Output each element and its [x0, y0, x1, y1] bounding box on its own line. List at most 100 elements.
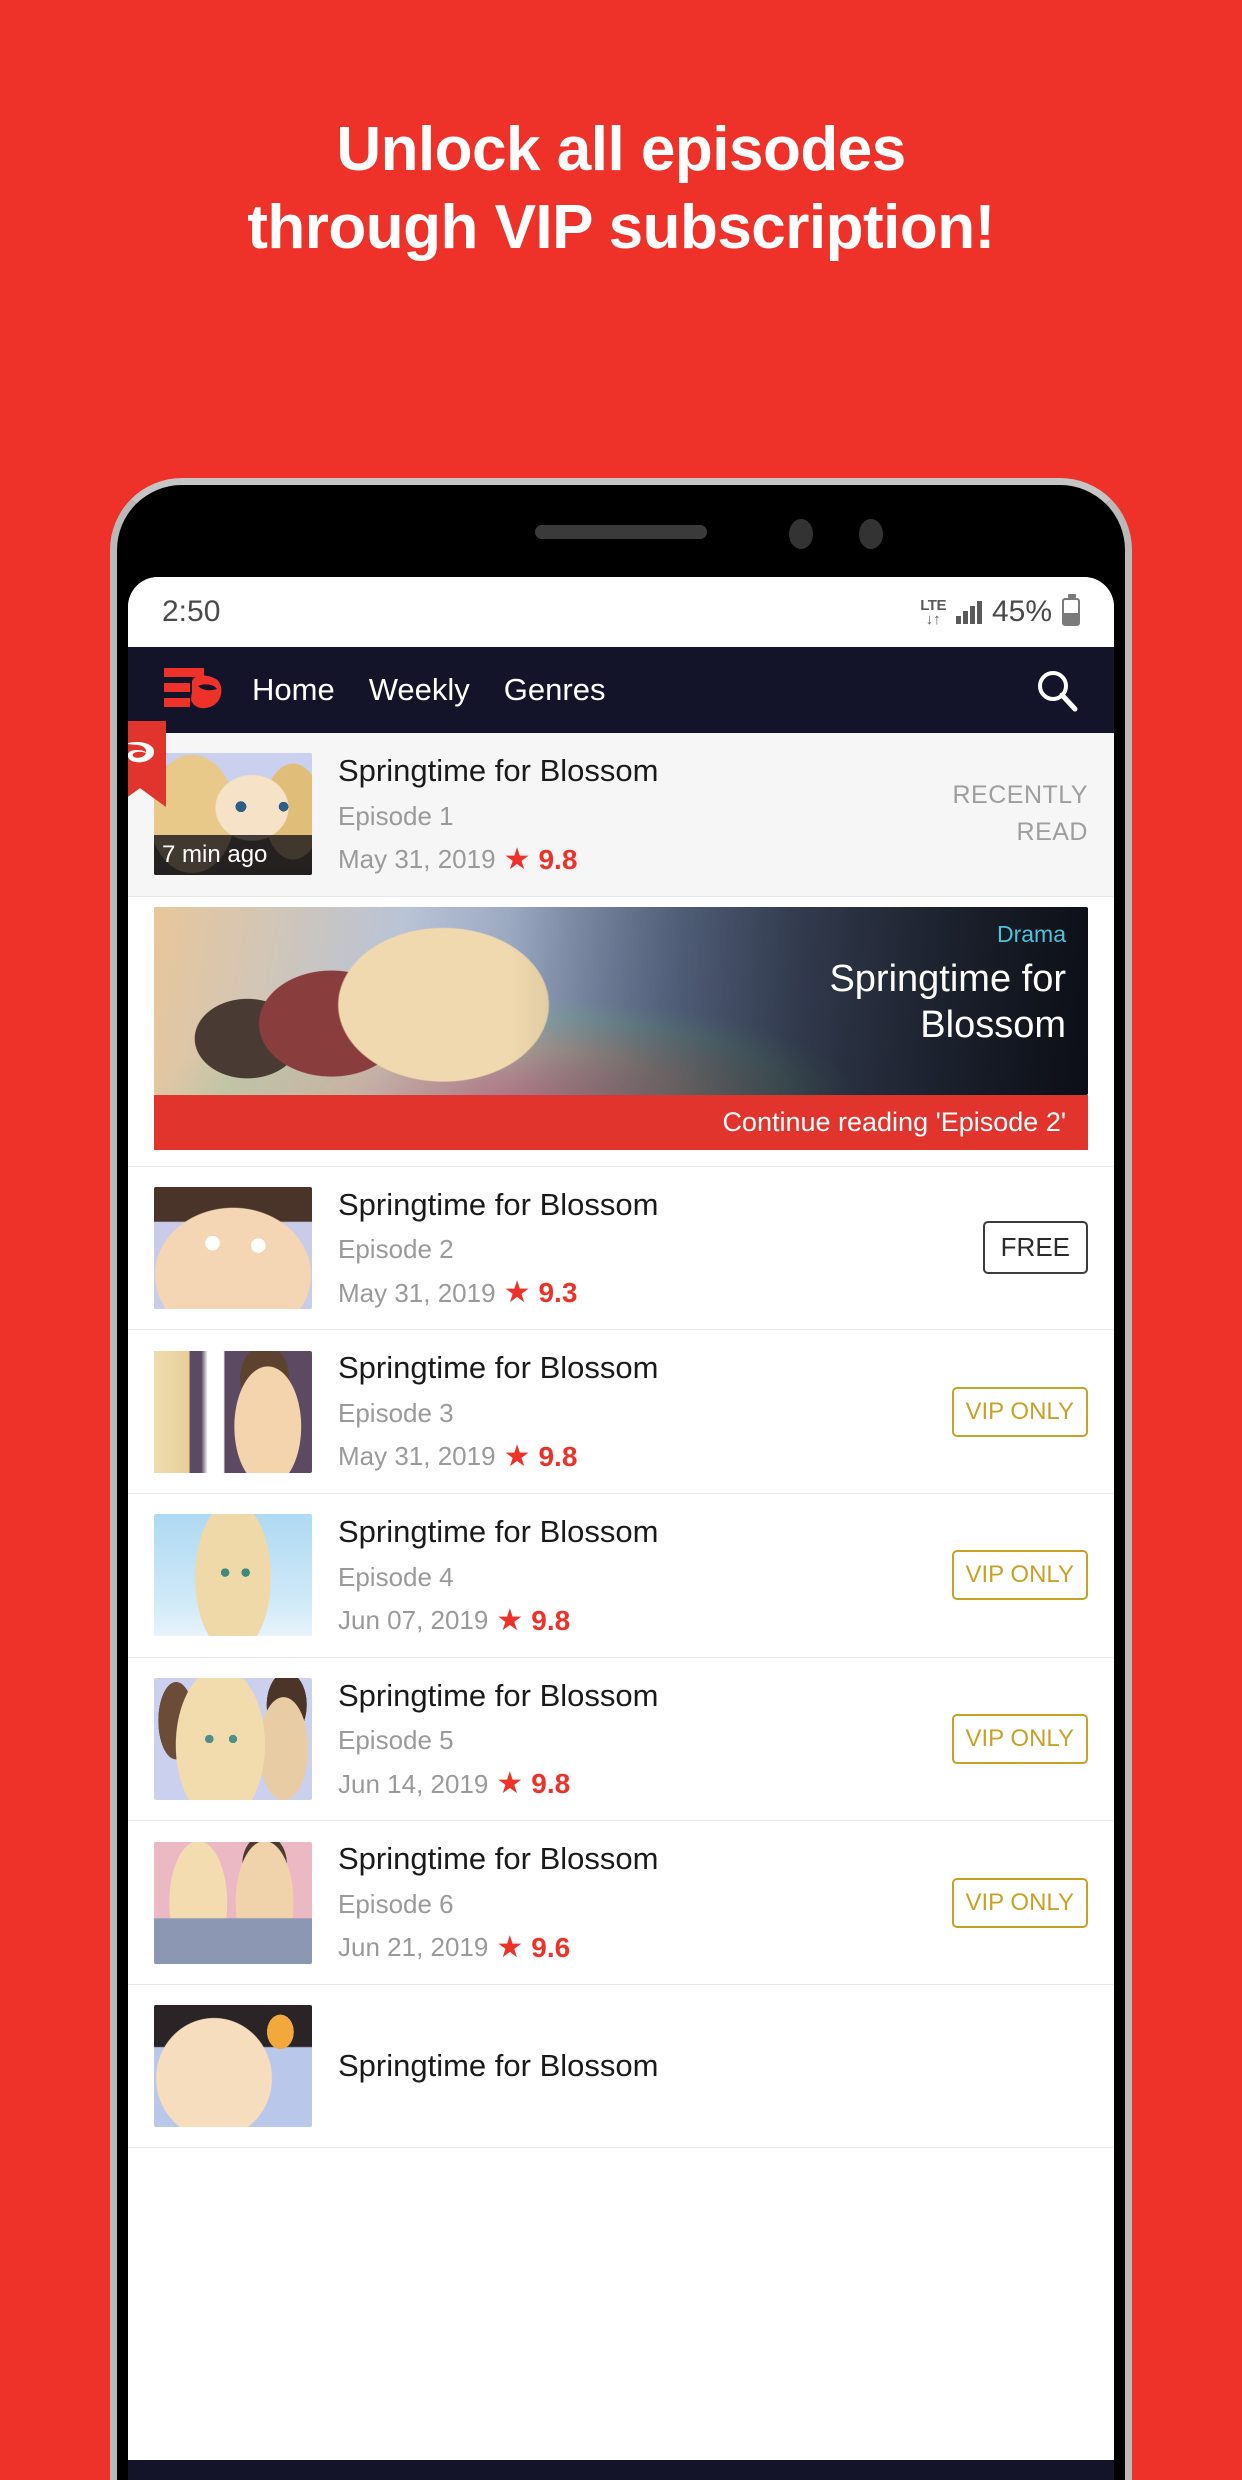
episode-rating: 9.3	[538, 1277, 578, 1309]
status-clock: 2:50	[162, 595, 221, 628]
featured-banner[interactable]: Drama Springtime for Blossom	[154, 906, 1088, 1095]
episode-title: Springtime for Blossom	[338, 2048, 659, 2084]
episode-date: May 31, 2019	[338, 1277, 496, 1308]
episode-meta: Jun 21, 2019 ★ 9.6	[338, 1932, 938, 1964]
nav-link-genres[interactable]: Genres	[504, 672, 606, 708]
promo-headline: Unlock all episodes through VIP subscrip…	[0, 118, 1242, 260]
earpiece-speaker	[535, 525, 707, 539]
table-row[interactable]: Springtime for Blossom Episode 2 May 31,…	[128, 1167, 1114, 1331]
network-type-icon: LTE ↓↑	[920, 596, 946, 628]
episode-meta: Jun 07, 2019 ★ 9.8	[338, 1605, 938, 1637]
episode-number: Episode 4	[338, 1561, 454, 1592]
episode-date: May 31, 2019	[338, 844, 496, 875]
episode-info: Springtime for Blossom Episode 4 Jun 07,…	[312, 1514, 938, 1637]
episode-title: Springtime for Blossom	[338, 1677, 659, 1713]
star-icon: ★	[503, 1439, 531, 1473]
star-icon: ★	[496, 1603, 524, 1637]
app-nav-bar: Home Weekly Genres	[128, 647, 1114, 733]
banner-genre: Drama	[996, 920, 1066, 947]
battery-percent-label: 45%	[991, 595, 1052, 628]
vip-only-badge[interactable]: VIP ONLY	[951, 1713, 1088, 1764]
episode-title: Springtime for Blossom	[338, 1841, 659, 1877]
bookmark-ribbon-icon	[128, 721, 166, 807]
featured-banner-wrapper: Drama Springtime for Blossom Continue re…	[128, 896, 1114, 1167]
phone-volume-up-button[interactable]	[110, 865, 111, 985]
phone-top-bezel	[117, 485, 1125, 577]
episode-info: Springtime for Blossom Episode 3 May 31,…	[312, 1350, 938, 1473]
table-row[interactable]: Springtime for Blossom Episode 4 Jun 07,…	[128, 1494, 1114, 1658]
recently-read-row[interactable]: 7 min ago Springtime for Blossom Episode…	[128, 721, 1114, 897]
recently-read-badge: RECENTLY READ	[952, 780, 1088, 847]
front-camera-icon	[789, 519, 813, 549]
star-icon: ★	[503, 1276, 531, 1310]
nav-links: Home Weekly Genres	[252, 672, 1034, 708]
phone-screen: 2:50 LTE ↓↑ 45% Home Weekly Genres 7 min…	[128, 577, 1114, 2480]
nav-link-home[interactable]: Home	[252, 672, 335, 708]
episode-date: Jun 14, 2019	[338, 1768, 489, 1799]
episode-thumbnail	[154, 1350, 312, 1473]
episode-thumbnail: 7 min ago	[154, 753, 312, 876]
episode-meta: May 31, 2019 ★ 9.8	[338, 1441, 938, 1473]
episode-date: May 31, 2019	[338, 1441, 496, 1472]
table-row[interactable]: Springtime for Blossom Episode 5 Jun 14,…	[128, 1658, 1114, 1822]
episode-rating: 9.6	[531, 1931, 571, 1963]
episode-thumbnail	[154, 1186, 312, 1309]
battery-icon	[1062, 594, 1080, 626]
episode-rating: 9.8	[538, 843, 578, 875]
status-bar: 2:50 LTE ↓↑ 45%	[128, 577, 1114, 647]
table-row[interactable]: Springtime for Blossom Episode 3 May 31,…	[128, 1330, 1114, 1494]
phone-power-button[interactable]	[1131, 725, 1132, 915]
vip-only-badge[interactable]: VIP ONLY	[951, 1877, 1088, 1928]
search-icon[interactable]	[1034, 667, 1080, 713]
banner-title: Springtime for Blossom	[829, 957, 1066, 1046]
episode-number: Episode 2	[338, 1234, 454, 1265]
app-logo-icon[interactable]	[162, 662, 228, 718]
signal-bars-icon	[955, 600, 982, 624]
episode-number: Episode 6	[338, 1888, 454, 1919]
episode-list: 7 min ago Springtime for Blossom Episode…	[128, 721, 1114, 2148]
continue-reading-button[interactable]: Continue reading 'Episode 2'	[154, 1094, 1088, 1150]
status-slot: VIP ONLY	[938, 1550, 1088, 1601]
episode-title: Springtime for Blossom	[338, 753, 659, 788]
free-badge[interactable]: FREE	[982, 1221, 1088, 1275]
episode-meta: May 31, 2019 ★ 9.8	[338, 844, 938, 876]
episode-date: Jun 21, 2019	[338, 1932, 489, 1963]
phone-volume-down-button[interactable]	[110, 1025, 111, 1245]
episode-info: Springtime for Blossom Episode 1 May 31,…	[312, 753, 938, 876]
episode-thumbnail	[154, 2004, 312, 2127]
table-row[interactable]: Springtime for Blossom Episode 6 Jun 21,…	[128, 1821, 1114, 1985]
episode-meta: Jun 14, 2019 ★ 9.8	[338, 1768, 938, 1800]
episode-info: Springtime for Blossom	[312, 2048, 938, 2084]
star-icon: ★	[503, 842, 531, 876]
episode-title: Springtime for Blossom	[338, 1350, 659, 1386]
vip-only-badge[interactable]: VIP ONLY	[951, 1550, 1088, 1601]
episode-rating: 9.8	[531, 1768, 571, 1800]
episode-rating: 9.8	[531, 1604, 571, 1636]
status-indicators: LTE ↓↑ 45%	[920, 594, 1080, 629]
star-icon: ★	[496, 1767, 524, 1801]
status-slot: VIP ONLY	[938, 1386, 1088, 1437]
star-icon: ★	[496, 1930, 524, 1964]
episode-title: Springtime for Blossom	[338, 1186, 659, 1222]
headline-line-2: through VIP subscription!	[247, 192, 995, 262]
time-ago-label: 7 min ago	[154, 835, 312, 876]
vip-only-badge[interactable]: VIP ONLY	[951, 1386, 1088, 1437]
episode-info: Springtime for Blossom Episode 2 May 31,…	[312, 1187, 938, 1310]
episode-number: Episode 1	[338, 800, 454, 831]
episode-title: Springtime for Blossom	[338, 1513, 659, 1549]
episode-thumbnail	[154, 1514, 312, 1637]
bottom-navigation-bar: HOME RECENTLY READ	[128, 2460, 1114, 2480]
status-slot: VIP ONLY	[938, 1877, 1088, 1928]
front-sensor-icon	[859, 519, 883, 549]
episode-meta: May 31, 2019 ★ 9.3	[338, 1277, 938, 1309]
phone-mockup: 2:50 LTE ↓↑ 45% Home Weekly Genres 7 min…	[110, 478, 1132, 2480]
episode-info: Springtime for Blossom Episode 6 Jun 21,…	[312, 1841, 938, 1964]
episode-thumbnail	[154, 1841, 312, 1964]
episode-info: Springtime for Blossom Episode 5 Jun 14,…	[312, 1678, 938, 1801]
table-row[interactable]: Springtime for Blossom	[128, 1985, 1114, 2148]
episode-number: Episode 3	[338, 1397, 454, 1428]
episode-date: Jun 07, 2019	[338, 1605, 489, 1636]
nav-link-weekly[interactable]: Weekly	[369, 672, 470, 708]
headline-line-1: Unlock all episodes	[336, 115, 906, 184]
episode-rating: 9.8	[538, 1440, 578, 1472]
